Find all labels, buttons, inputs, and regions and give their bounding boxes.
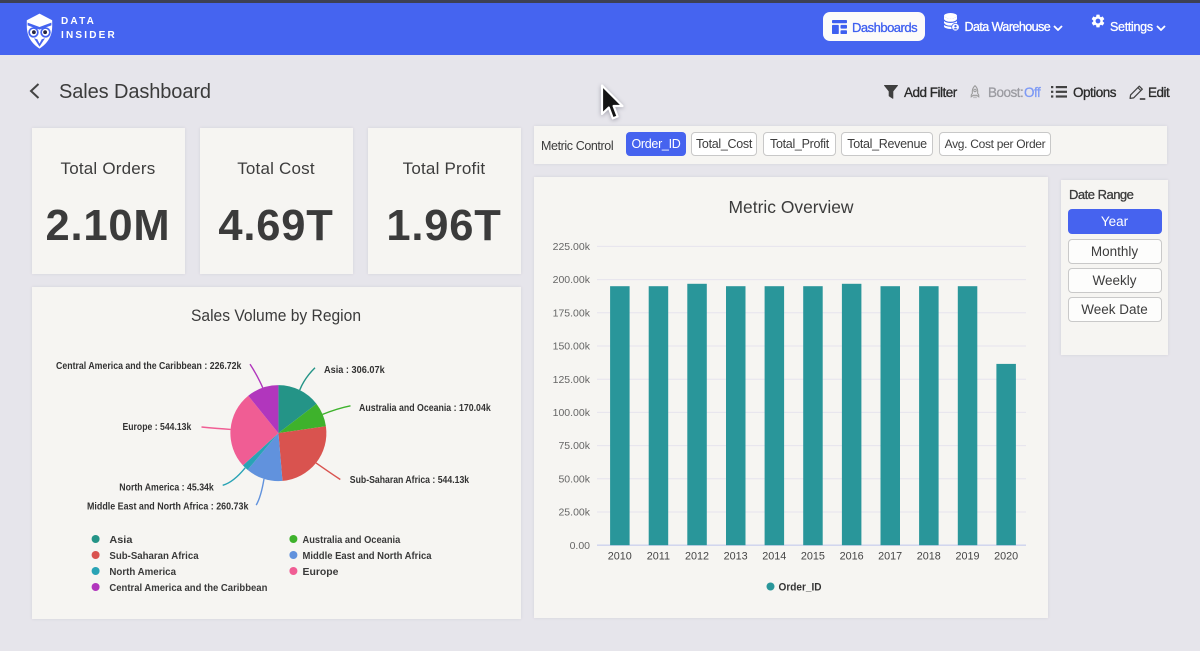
svg-text:50.00k: 50.00k — [558, 473, 590, 485]
svg-text:2019: 2019 — [955, 551, 979, 563]
svg-text:Sub-Saharan Africa: Sub-Saharan Africa — [109, 550, 198, 562]
svg-text:Europe: Europe — [302, 566, 338, 578]
svg-text:175.00k: 175.00k — [553, 307, 591, 319]
svg-text:200.00k: 200.00k — [553, 274, 591, 286]
svg-text:Metric Overview: Metric Overview — [729, 197, 854, 217]
svg-text:Asia : 306.07k: Asia : 306.07k — [324, 364, 385, 376]
svg-text:2013: 2013 — [724, 551, 748, 563]
svg-text:2010: 2010 — [608, 551, 632, 563]
svg-text:2020: 2020 — [994, 551, 1018, 563]
svg-text:Sales Volume by Region: Sales Volume by Region — [191, 307, 361, 325]
svg-text:Australia and Oceania : 170.04: Australia and Oceania : 170.04k — [359, 402, 491, 414]
svg-text:Sub-Saharan Africa : 544.13k: Sub-Saharan Africa : 544.13k — [349, 474, 468, 486]
svg-text:Middle East and North Africa: Middle East and North Africa — [302, 550, 431, 562]
svg-text:Middle East and North Africa :: Middle East and North Africa : 260.73k — [87, 500, 249, 512]
svg-text:225.00k: 225.00k — [553, 241, 591, 253]
svg-text:25.00k: 25.00k — [558, 507, 590, 519]
svg-text:Central America and the Caribb: Central America and the Caribbean : 226.… — [56, 360, 242, 372]
svg-text:Australia and Oceania: Australia and Oceania — [302, 534, 400, 546]
svg-text:2011: 2011 — [647, 551, 670, 563]
svg-text:2016: 2016 — [840, 551, 864, 563]
svg-text:0.00: 0.00 — [570, 540, 591, 552]
svg-text:2017: 2017 — [878, 551, 902, 563]
svg-text:2014: 2014 — [762, 551, 786, 563]
svg-text:North America: North America — [109, 566, 176, 578]
svg-text:2012: 2012 — [685, 551, 709, 563]
svg-text:Asia: Asia — [109, 534, 132, 546]
svg-text:150.00k: 150.00k — [553, 341, 591, 353]
svg-text:Central America and the Caribb: Central America and the Caribbean — [109, 582, 267, 594]
svg-text:Europe : 544.13k: Europe : 544.13k — [122, 421, 191, 433]
svg-text:100.00k: 100.00k — [553, 407, 591, 419]
svg-text:2018: 2018 — [917, 551, 941, 563]
svg-text:2015: 2015 — [801, 551, 825, 563]
svg-text:Order_ID: Order_ID — [779, 582, 822, 594]
svg-text:North America : 45.34k: North America : 45.34k — [119, 481, 214, 493]
svg-text:75.00k: 75.00k — [558, 440, 590, 452]
svg-text:125.00k: 125.00k — [553, 374, 591, 386]
